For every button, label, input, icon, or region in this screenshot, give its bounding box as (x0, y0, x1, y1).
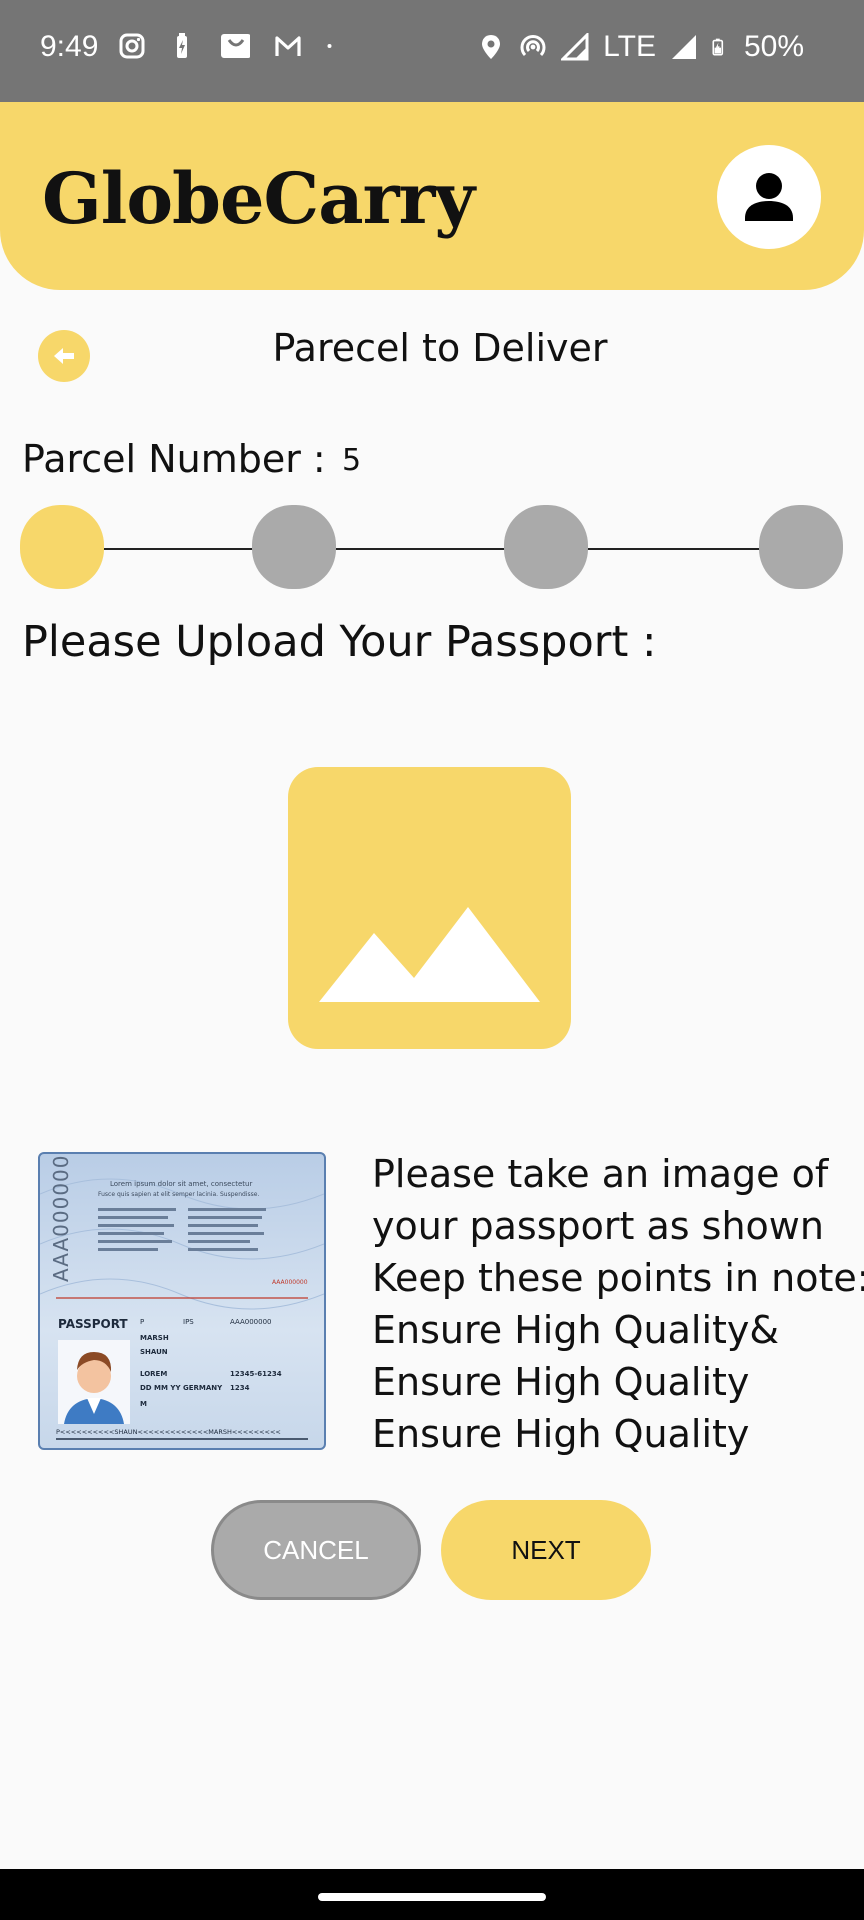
passport-intro-2: Fusce quis sapien at elit semper lacinia… (98, 1191, 259, 1198)
dot-icon (327, 44, 332, 48)
passport-name: SHAUN (140, 1348, 168, 1356)
battery-charging-icon (712, 38, 724, 56)
passport-surname: MARSH (140, 1334, 169, 1342)
upload-image-button[interactable] (288, 767, 571, 1049)
passport-intro: Lorem ipsum dolor sit amet, consectetur (110, 1180, 252, 1188)
passport-country: GERMANY (183, 1384, 223, 1392)
instruction-line: Ensure High Quality (372, 1412, 750, 1456)
passport-doc-number: AAA000000 (230, 1318, 271, 1326)
signal-icon (671, 35, 696, 59)
shopping-bag-icon (221, 34, 250, 58)
signal-icon (561, 33, 589, 61)
battery-percent: 50% (743, 30, 804, 63)
instruction-line: Ensure High Quality (372, 1360, 750, 1404)
notification-icons (118, 32, 340, 60)
passport-mrz: P<<<<<<<<<<SHAUN<<<<<<<<<<<<<MARSH<<<<<<… (56, 1428, 281, 1436)
person-icon (745, 173, 793, 221)
status-bar: 9:49 LTE 50% (0, 0, 864, 102)
parcel-number-label: Parcel Number : (22, 437, 326, 481)
location-icon (482, 35, 501, 59)
hotspot-icon (520, 35, 546, 57)
step-2 (252, 505, 336, 589)
passport-number-red: AAA000000 (272, 1279, 308, 1286)
passport-birth: LOREM (140, 1370, 167, 1378)
instagram-icon (119, 33, 145, 59)
app-title: GlobeCarry (42, 157, 475, 240)
step-1 (20, 505, 104, 589)
passport-phone: 12345-61234 (230, 1370, 282, 1378)
passport-instructions: Please take an image of your passport as… (372, 1148, 864, 1460)
instruction-line: Ensure High Quality& (372, 1308, 780, 1352)
stepper-line (70, 548, 835, 550)
passport-type: P (140, 1318, 144, 1326)
network-type: LTE (603, 30, 656, 63)
passport-code-vertical: AAA000000 (49, 1154, 73, 1282)
cancel-button[interactable]: CANCEL (211, 1500, 421, 1600)
passport-issuer: IPS (183, 1318, 194, 1326)
passport-sex: M (140, 1400, 147, 1408)
app-header: GlobeCarry (0, 102, 864, 290)
gmail-icon (275, 36, 301, 56)
passport-code-short: 1234 (230, 1384, 250, 1392)
instruction-line: your passport as shown (372, 1204, 824, 1248)
upload-heading: Please Upload Your Passport : (22, 617, 657, 667)
image-placeholder-icon (319, 907, 540, 1002)
page-title: Parecel to Deliver (272, 326, 608, 370)
passport-sample-image: AAA000000 Lorem ipsum dolor sit amet, co… (38, 1152, 326, 1450)
passport-illustration: AAA000000 Lorem ipsum dolor sit amet, co… (40, 1154, 324, 1440)
instruction-line: Keep these points in note: (372, 1256, 864, 1300)
battery-saver-icon (177, 33, 187, 58)
parcel-number-value: 5 (342, 443, 362, 478)
instruction-line: Please take an image of (372, 1152, 829, 1196)
next-button[interactable]: NEXT (441, 1500, 651, 1600)
step-4 (759, 505, 843, 589)
step-3 (504, 505, 588, 589)
passport-dates: DD MM YY (140, 1384, 181, 1392)
home-indicator[interactable] (318, 1893, 546, 1901)
passport-title: PASSPORT (58, 1317, 128, 1331)
status-time: 9:49 (40, 30, 99, 63)
system-icons: LTE 50% (477, 30, 804, 64)
profile-button[interactable] (717, 145, 821, 249)
